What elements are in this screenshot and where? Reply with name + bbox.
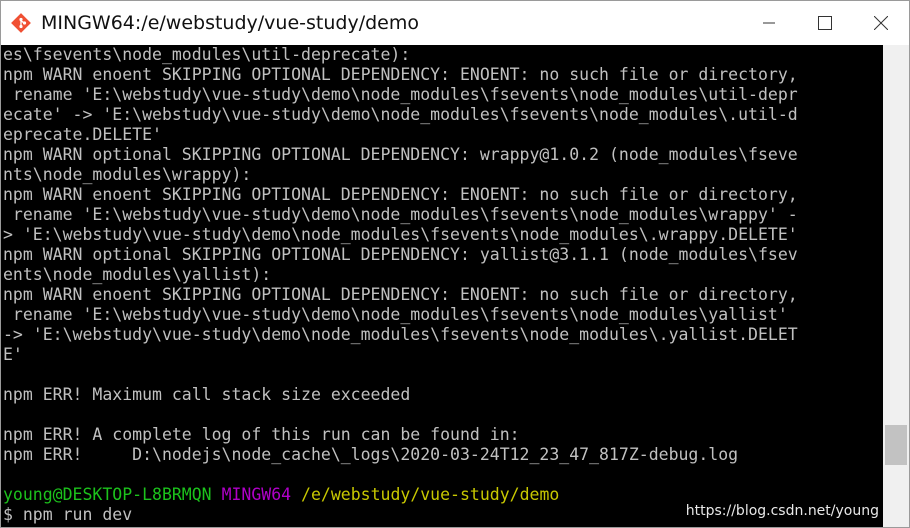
- terminal-text-segment: young@DESKTOP-L8BRMQN: [3, 485, 212, 504]
- maximize-button[interactable]: [797, 1, 853, 45]
- terminal-line: npm ERR! Maximum call stack size exceede…: [3, 385, 883, 405]
- scrollbar-thumb[interactable]: [885, 425, 907, 465]
- terminal-line: npm WARN enoent SKIPPING OPTIONAL DEPEND…: [3, 285, 883, 305]
- terminal-text-segment: ecate' -> 'E:\webstudy\vue-study\demo\no…: [3, 105, 798, 124]
- terminal-text-segment: -> 'E:\webstudy\vue-study\demo\node_modu…: [3, 325, 798, 344]
- terminal-text-segment: nts\node_modules\wrappy):: [3, 165, 252, 184]
- terminal-line: npm WARN optional SKIPPING OPTIONAL DEPE…: [3, 145, 883, 165]
- terminal-lines: es\fsevents\node_modules\util-deprecate)…: [3, 45, 883, 525]
- terminal-text-segment: ents\node_modules\yallist):: [3, 265, 272, 284]
- terminal-line: -> 'E:\webstudy\vue-study\demo\node_modu…: [3, 325, 883, 345]
- close-button[interactable]: [853, 1, 909, 45]
- terminal-line: > 'E:\webstudy\vue-study\demo\node_modul…: [3, 225, 883, 245]
- terminal-line: rename 'E:\webstudy\vue-study\demo\node_…: [3, 305, 883, 325]
- terminal-text-segment: npm WARN enoent SKIPPING OPTIONAL DEPEND…: [3, 285, 798, 304]
- window-controls: [741, 1, 909, 45]
- terminal-line: nts\node_modules\wrappy):: [3, 165, 883, 185]
- close-icon: [874, 16, 888, 30]
- terminal-text-segment: /e/webstudy/vue-study/demo: [301, 485, 560, 504]
- terminal-text-segment: rename 'E:\webstudy\vue-study\demo\node_…: [3, 305, 788, 324]
- terminal-text-segment: rename 'E:\webstudy\vue-study\demo\node_…: [3, 205, 798, 224]
- terminal-text-segment: npm WARN optional SKIPPING OPTIONAL DEPE…: [3, 145, 798, 164]
- terminal-text-segment: es\fsevents\node_modules\util-deprecate)…: [3, 45, 411, 64]
- terminal-window: MINGW64:/e/webstudy/vue-study/demo es\fs…: [0, 0, 910, 528]
- terminal-text-segment: rename 'E:\webstudy\vue-study\demo\node_…: [3, 85, 798, 104]
- terminal-line: npm ERR! D:\nodejs\node_cache\_logs\2020…: [3, 445, 883, 465]
- git-bash-diamond-icon[interactable]: [7, 9, 35, 37]
- terminal-line: eprecate.DELETE': [3, 125, 883, 145]
- minimize-icon: [763, 22, 775, 24]
- terminal-line: es\fsevents\node_modules\util-deprecate)…: [3, 45, 883, 65]
- minimize-button[interactable]: [741, 1, 797, 45]
- vertical-scrollbar[interactable]: [883, 45, 909, 527]
- maximize-icon: [818, 16, 832, 30]
- terminal-text-segment: npm WARN enoent SKIPPING OPTIONAL DEPEND…: [3, 65, 798, 84]
- terminal-line: npm WARN enoent SKIPPING OPTIONAL DEPEND…: [3, 65, 883, 85]
- terminal-line: young@DESKTOP-L8BRMQN MINGW64 /e/webstud…: [3, 485, 883, 505]
- terminal-line: rename 'E:\webstudy\vue-study\demo\node_…: [3, 85, 883, 105]
- terminal-text-segment: npm ERR! Maximum call stack size exceede…: [3, 385, 411, 404]
- terminal-text-segment: npm ERR! D:\nodejs\node_cache\_logs\2020…: [3, 445, 739, 464]
- watermark: https://blog.csdn.net/young: [685, 503, 879, 519]
- title-bar[interactable]: MINGW64:/e/webstudy/vue-study/demo: [1, 1, 909, 45]
- terminal-line: npm WARN enoent SKIPPING OPTIONAL DEPEND…: [3, 185, 883, 205]
- terminal-text-segment: MINGW64: [221, 485, 292, 504]
- terminal-text-segment: npm WARN enoent SKIPPING OPTIONAL DEPEND…: [3, 185, 798, 204]
- terminal-line: ents\node_modules\yallist):: [3, 265, 883, 285]
- terminal-output[interactable]: es\fsevents\node_modules\util-deprecate)…: [1, 45, 883, 527]
- terminal-text-segment: npm ERR! A complete log of this run can …: [3, 425, 520, 444]
- terminal-line: rename 'E:\webstudy\vue-study\demo\node_…: [3, 205, 883, 225]
- terminal-text-segment: npm WARN optional SKIPPING OPTIONAL DEPE…: [3, 245, 798, 264]
- terminal-text-segment: > 'E:\webstudy\vue-study\demo\node_modul…: [3, 225, 798, 244]
- terminal-line: ecate' -> 'E:\webstudy\vue-study\demo\no…: [3, 105, 883, 125]
- window-title: MINGW64:/e/webstudy/vue-study/demo: [41, 12, 419, 34]
- terminal-line: E': [3, 345, 883, 365]
- terminal-text-segment: eprecate.DELETE': [3, 125, 162, 144]
- terminal-text-segment: $ npm run dev: [3, 505, 133, 524]
- terminal-line: npm WARN optional SKIPPING OPTIONAL DEPE…: [3, 245, 883, 265]
- terminal-text-segment: E': [3, 345, 23, 364]
- terminal-line: npm ERR! A complete log of this run can …: [3, 425, 883, 445]
